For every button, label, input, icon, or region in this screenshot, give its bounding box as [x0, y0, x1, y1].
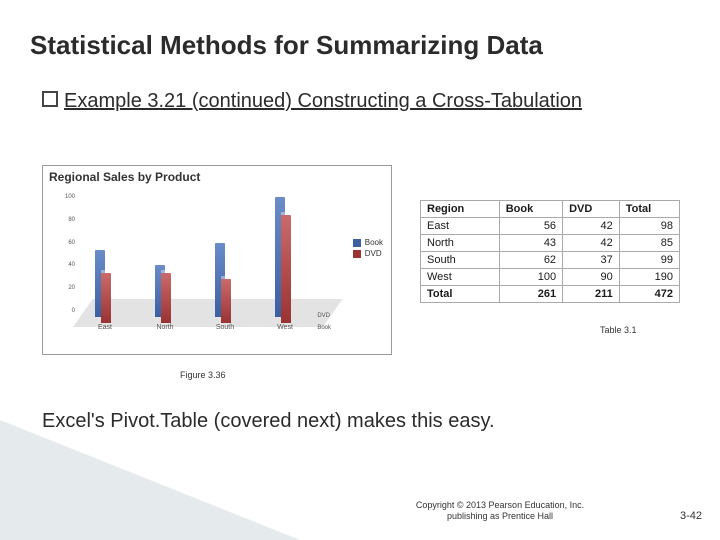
- x-label: North: [143, 324, 187, 331]
- bar-group-north: North: [143, 197, 187, 317]
- table-row: South 62 37 99: [421, 252, 680, 269]
- td: Total: [421, 286, 500, 303]
- td: East: [421, 218, 500, 235]
- td: 56: [499, 218, 562, 235]
- swatch-icon: [353, 250, 361, 258]
- x-label: South: [203, 324, 247, 331]
- legend-item: DVD: [353, 249, 383, 258]
- depth-axis-labels: DVD Book: [317, 310, 331, 334]
- copyright-line2: publishing as Prentice Hall: [447, 511, 553, 521]
- slide: Statistical Methods for Summarizing Data…: [0, 0, 720, 540]
- th: Region: [421, 201, 500, 218]
- figure-caption: Figure 3.36: [180, 370, 226, 380]
- copyright: Copyright © 2013 Pearson Education, Inc.…: [380, 500, 620, 522]
- td: 37: [563, 252, 620, 269]
- td: 261: [499, 286, 562, 303]
- td: South: [421, 252, 500, 269]
- td: 85: [619, 235, 679, 252]
- bar-dvd: [161, 273, 171, 323]
- td: 190: [619, 269, 679, 286]
- chart-title: Regional Sales by Product: [43, 166, 391, 188]
- td: 100: [499, 269, 562, 286]
- legend-item: Book: [353, 238, 383, 247]
- bullet-icon: [42, 91, 58, 107]
- swatch-icon: [353, 239, 361, 247]
- decorative-triangle: [0, 420, 300, 540]
- copyright-line1: Copyright © 2013 Pearson Education, Inc.: [416, 500, 584, 510]
- td: 98: [619, 218, 679, 235]
- page-title: Statistical Methods for Summarizing Data: [30, 30, 690, 61]
- th: Total: [619, 201, 679, 218]
- th: Book: [499, 201, 562, 218]
- td: 472: [619, 286, 679, 303]
- td: West: [421, 269, 500, 286]
- td: 90: [563, 269, 620, 286]
- th: DVD: [563, 201, 620, 218]
- chart-figure: Regional Sales by Product 100 80 60 40 2…: [42, 165, 392, 355]
- td: 43: [499, 235, 562, 252]
- depth-label: DVD: [317, 310, 331, 322]
- td: North: [421, 235, 500, 252]
- table-row: East 56 42 98: [421, 218, 680, 235]
- td: 42: [563, 235, 620, 252]
- slide-number: 3-42: [680, 510, 702, 522]
- bullet-item: Example 3.21 (continued) Constructing a …: [42, 90, 680, 113]
- bar-dvd: [281, 215, 291, 323]
- td: 62: [499, 252, 562, 269]
- bar-dvd: [101, 273, 111, 323]
- bar-dvd: [221, 279, 231, 323]
- legend-label: Book: [365, 238, 383, 247]
- td: 42: [563, 218, 620, 235]
- cross-tab-table: Region Book DVD Total East 56 42 98 Nort…: [420, 200, 680, 303]
- table-total-row: Total 261 211 472: [421, 286, 680, 303]
- td: 211: [563, 286, 620, 303]
- table-caption: Table 3.1: [600, 325, 637, 335]
- bar-group-east: East: [83, 197, 127, 317]
- td: 99: [619, 252, 679, 269]
- body-text: Excel's Pivot.Table (covered next) makes…: [42, 410, 495, 433]
- legend-label: DVD: [365, 249, 382, 258]
- table-row: West 100 90 190: [421, 269, 680, 286]
- depth-label: Book: [317, 322, 331, 334]
- x-label: East: [83, 324, 127, 331]
- x-label: West: [263, 324, 307, 331]
- table-row: North 43 42 85: [421, 235, 680, 252]
- table-header-row: Region Book DVD Total: [421, 201, 680, 218]
- bullet-text: Example 3.21 (continued) Constructing a …: [64, 90, 582, 112]
- chart-plot-area: East North South West: [73, 192, 323, 327]
- bar-group-south: South: [203, 197, 247, 317]
- bar-group-west: West: [263, 197, 307, 317]
- chart-legend: Book DVD: [353, 236, 383, 260]
